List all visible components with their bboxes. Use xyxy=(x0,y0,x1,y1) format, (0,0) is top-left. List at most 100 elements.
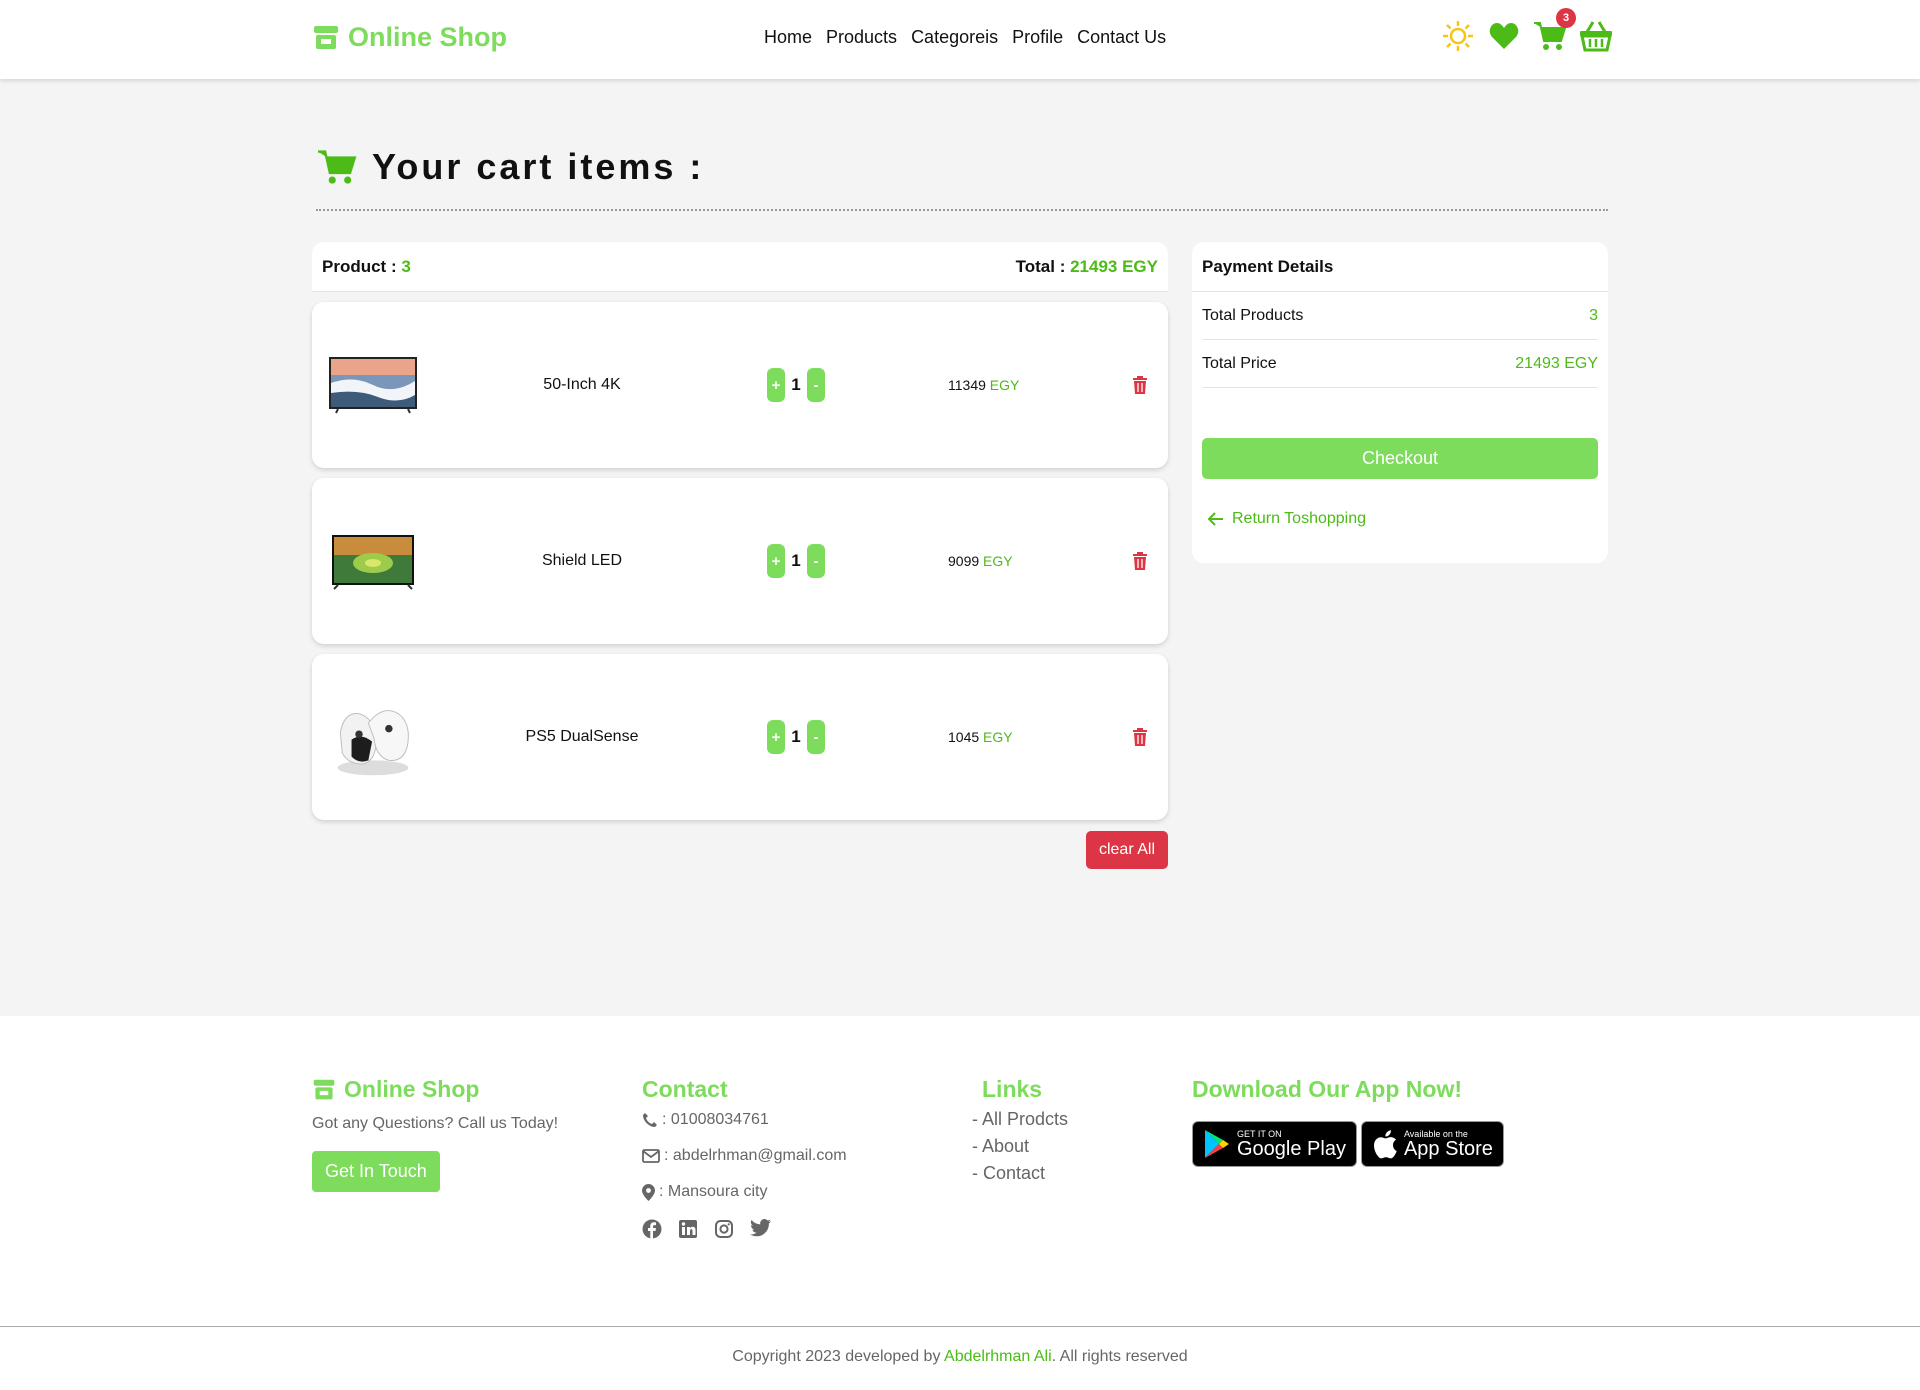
phone-icon xyxy=(643,1113,657,1127)
decrease-qty-button[interactable]: - xyxy=(807,720,825,754)
quantity-value: 1 xyxy=(791,375,801,394)
email-line: : abdelrhman@gmail.com xyxy=(642,1147,847,1165)
total-price-value: 21493 EGY xyxy=(1515,354,1598,372)
product-count-label: Product : xyxy=(322,256,397,276)
checkout-button[interactable]: Checkout xyxy=(1202,438,1598,479)
copyright-suffix: . All rights reserved xyxy=(1051,1348,1188,1365)
item-price: 9099 EGY xyxy=(948,553,1013,569)
decrease-qty-button[interactable]: - xyxy=(807,544,825,578)
app-store-big: App Store xyxy=(1403,1138,1493,1160)
social-links xyxy=(642,1219,847,1239)
cart-total-label: Total : xyxy=(1015,256,1066,276)
email-text: : abdelrhman@gmail.com xyxy=(664,1147,847,1164)
links-title: Links xyxy=(982,1076,1043,1102)
footer-tagline: Got any Questions? Call us Today! xyxy=(312,1115,559,1132)
total-price-row: Total Price 21493 EGY xyxy=(1202,340,1598,388)
sun-icon[interactable] xyxy=(1440,18,1476,54)
nav-products[interactable]: Products xyxy=(826,27,897,48)
controller-image xyxy=(337,710,409,776)
twitter-icon[interactable] xyxy=(750,1219,772,1237)
quantity-value: 1 xyxy=(791,551,801,570)
app-store-badge[interactable]: Available on the App Store xyxy=(1360,1121,1504,1167)
quantity-stepper: + 1 - xyxy=(767,368,825,402)
copyright: Copyright 2023 developed by Abdelrhman A… xyxy=(0,1348,1920,1366)
contact-title: Contact xyxy=(642,1076,728,1102)
cart-total-value: 21493 EGY xyxy=(1070,256,1158,276)
facebook-icon[interactable] xyxy=(642,1219,662,1239)
increase-qty-button[interactable]: + xyxy=(767,368,785,402)
payment-title: Payment Details xyxy=(1192,242,1608,292)
arrow-left-icon xyxy=(1208,512,1223,526)
quantity-stepper: + 1 - xyxy=(767,544,825,578)
decrease-qty-button[interactable]: - xyxy=(807,368,825,402)
trash-icon[interactable] xyxy=(1132,552,1148,570)
location-text: : Mansoura city xyxy=(659,1183,768,1200)
google-play-badge[interactable]: GET IT ON Google Play xyxy=(1192,1121,1357,1167)
page-title: Your cart items : xyxy=(372,146,705,187)
heading-divider xyxy=(316,209,1608,211)
brand-logo[interactable]: Online Shop xyxy=(312,22,507,53)
cart-item: Shield LED + 1 - 9099 EGY xyxy=(312,478,1168,644)
trash-icon[interactable] xyxy=(1132,728,1148,746)
total-products-row: Total Products 3 xyxy=(1202,292,1598,340)
store-icon xyxy=(314,25,338,49)
price-value: 11349 xyxy=(948,377,986,393)
navbar: Online Shop Home Products Categoreis Pro… xyxy=(0,0,1920,79)
increase-qty-button[interactable]: + xyxy=(767,720,785,754)
footer-app-col: Download Our App Now! GET IT ON Google P… xyxy=(1192,1076,1504,1167)
envelope-icon xyxy=(642,1149,660,1163)
clear-all-button[interactable]: clear All xyxy=(1085,831,1168,869)
basket-icon[interactable] xyxy=(1578,18,1614,54)
price-currency: EGY xyxy=(989,377,1020,393)
quantity-stepper: + 1 - xyxy=(767,720,825,754)
nav-links: Home Products Categoreis Profile Contact… xyxy=(764,27,1166,48)
footer: Online Shop Got any Questions? Call us T… xyxy=(0,1016,1920,1390)
tv-4k-image xyxy=(329,357,417,414)
cart-header: Product : 3 Total : 21493 EGY xyxy=(312,242,1168,292)
copyright-prefix: Copyright 2023 developed by xyxy=(732,1348,941,1365)
get-in-touch-button[interactable]: Get In Touch xyxy=(312,1151,440,1192)
payment-panel: Payment Details Total Products 3 Total P… xyxy=(1192,242,1608,563)
cart-total: Total : 21493 EGY xyxy=(1016,257,1158,277)
app-download-title: Download Our App Now! xyxy=(1192,1076,1463,1102)
store-icon xyxy=(313,1079,335,1099)
nav-categories[interactable]: Categoreis xyxy=(911,27,998,48)
footer-contact-col: Contact : 01008034761 : abdelrhman@gmail… xyxy=(642,1076,847,1239)
footer-divider xyxy=(0,1326,1920,1327)
total-products-value: 3 xyxy=(1589,306,1598,324)
linkedin-icon[interactable] xyxy=(678,1219,698,1239)
increase-qty-button[interactable]: + xyxy=(767,544,785,578)
nav-home[interactable]: Home xyxy=(764,27,812,48)
nav-contact[interactable]: Contact Us xyxy=(1077,27,1166,48)
store-badges: GET IT ON Google Play Available on the A… xyxy=(1192,1121,1504,1167)
item-name: 50-Inch 4K xyxy=(543,376,621,393)
footer-link-contact[interactable]: - Contact xyxy=(972,1163,1068,1184)
cart-icon[interactable]: 3 xyxy=(1532,8,1576,54)
item-price: 11349 EGY xyxy=(948,377,1019,393)
trash-icon[interactable] xyxy=(1132,376,1148,394)
quantity-value: 1 xyxy=(791,727,801,746)
nav-icons: 3 xyxy=(1440,8,1614,54)
cart-panel: Product : 3 Total : 21493 EGY 50-Inch 4K… xyxy=(312,242,1168,869)
item-price: 1045 EGY xyxy=(948,729,1013,745)
footer-brand-name: Online Shop xyxy=(344,1076,480,1102)
return-label: Return Toshopping xyxy=(1232,510,1367,527)
phone-line: : 01008034761 xyxy=(642,1111,847,1129)
nav-profile[interactable]: Profile xyxy=(1012,27,1063,48)
total-products-label: Total Products xyxy=(1202,306,1304,324)
google-play-icon xyxy=(1205,1130,1229,1158)
price-value: 9099 xyxy=(948,553,980,569)
footer-link-all-products[interactable]: - All Prodcts xyxy=(972,1109,1068,1130)
return-to-shopping-link[interactable]: Return Toshopping xyxy=(1208,510,1366,528)
google-play-big: Google Play xyxy=(1237,1138,1346,1160)
instagram-icon[interactable] xyxy=(714,1219,734,1239)
copyright-author-link[interactable]: Abdelrhman Ali xyxy=(944,1348,1052,1365)
location-pin-icon xyxy=(642,1183,655,1201)
heart-icon[interactable] xyxy=(1486,18,1522,54)
brand-name: Online Shop xyxy=(348,22,507,52)
footer-links-col: Links - All Prodcts - About - Contact xyxy=(972,1076,1068,1184)
footer-link-about[interactable]: - About xyxy=(972,1136,1068,1157)
phone-text: : 01008034761 xyxy=(662,1111,769,1128)
cart-item: 50-Inch 4K + 1 - 11349 EGY xyxy=(312,302,1168,468)
page-heading: Your cart items : xyxy=(316,146,704,188)
